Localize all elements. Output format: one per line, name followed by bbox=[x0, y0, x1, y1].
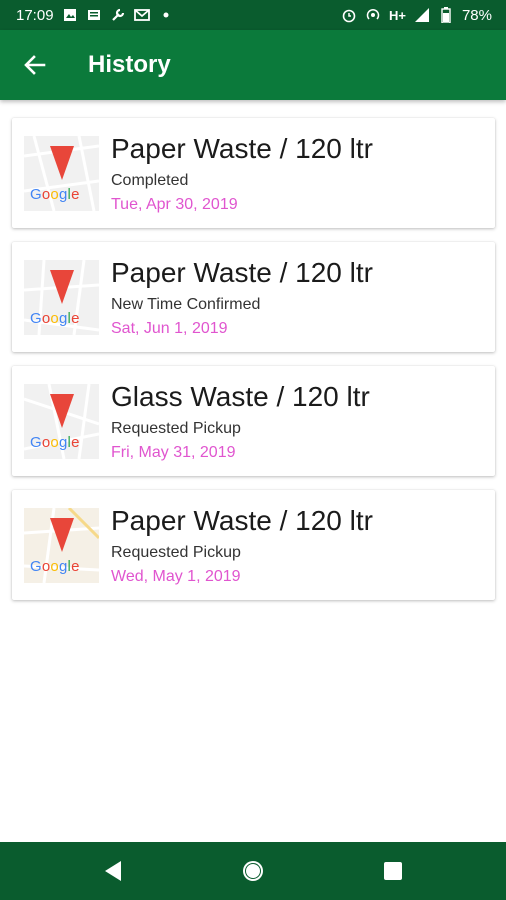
google-logo: Google bbox=[30, 557, 80, 575]
card-date: Wed, May 1, 2019 bbox=[111, 567, 241, 585]
map-thumbnail: Google bbox=[24, 507, 99, 583]
signal-icon bbox=[414, 7, 430, 23]
history-list: Google Paper Waste / 120 ltr Completed T… bbox=[12, 118, 495, 614]
alarm-icon bbox=[341, 7, 357, 23]
map-pin-icon bbox=[50, 517, 74, 552]
card-title: Paper Waste / 120 ltr bbox=[111, 256, 373, 288]
google-logo: Google bbox=[30, 309, 80, 327]
status-bar: 17:09 H+ 78% bbox=[0, 0, 506, 30]
card-date: Sat, Jun 1, 2019 bbox=[111, 319, 228, 337]
battery-level: 78% bbox=[461, 6, 492, 24]
news-icon bbox=[86, 7, 102, 23]
recents-square-icon bbox=[384, 862, 402, 880]
card-status: Completed bbox=[111, 171, 189, 189]
network-type: H+ bbox=[388, 7, 406, 23]
battery-icon bbox=[438, 7, 454, 23]
nav-recents-button[interactable] bbox=[378, 856, 408, 886]
status-time: 17:09 bbox=[16, 6, 54, 24]
app-bar: History bbox=[0, 30, 506, 100]
map-thumbnail: Google bbox=[24, 383, 99, 459]
arrow-back-icon bbox=[24, 55, 46, 75]
card-date: Tue, Apr 30, 2019 bbox=[111, 195, 238, 213]
history-card[interactable]: Google Paper Waste / 120 ltr New Time Co… bbox=[12, 242, 495, 352]
status-right: H+ 78% bbox=[341, 7, 492, 24]
nav-home-button[interactable] bbox=[238, 856, 268, 886]
gmail-icon bbox=[133, 7, 150, 23]
card-title: Paper Waste / 120 ltr bbox=[111, 504, 373, 536]
page-title: History bbox=[88, 51, 171, 78]
nav-back-button[interactable] bbox=[98, 856, 128, 886]
card-title: Glass Waste / 120 ltr bbox=[111, 380, 370, 412]
back-button[interactable] bbox=[0, 30, 70, 100]
home-circle-icon bbox=[243, 861, 263, 881]
map-pin-icon bbox=[50, 269, 74, 304]
dot-icon bbox=[158, 7, 174, 23]
card-status: Requested Pickup bbox=[111, 419, 241, 437]
status-left: 17:09 bbox=[16, 7, 174, 24]
card-status: Requested Pickup bbox=[111, 543, 241, 561]
history-card[interactable]: Google Paper Waste / 120 ltr Completed T… bbox=[12, 118, 495, 228]
history-card[interactable]: Google Glass Waste / 120 ltr Requested P… bbox=[12, 366, 495, 476]
map-thumbnail: Google bbox=[24, 135, 99, 211]
map-pin-icon bbox=[50, 393, 74, 428]
card-status: New Time Confirmed bbox=[111, 295, 261, 313]
map-pin-icon bbox=[50, 145, 74, 180]
card-date: Fri, May 31, 2019 bbox=[111, 443, 236, 461]
back-triangle-icon bbox=[105, 861, 121, 881]
google-logo: Google bbox=[30, 185, 80, 203]
history-card[interactable]: Google Paper Waste / 120 ltr Requested P… bbox=[12, 490, 495, 600]
google-logo: Google bbox=[30, 433, 80, 451]
card-title: Paper Waste / 120 ltr bbox=[111, 132, 373, 164]
map-thumbnail: Google bbox=[24, 259, 99, 335]
hotspot-icon bbox=[365, 7, 381, 23]
image-icon bbox=[62, 7, 78, 23]
system-nav-bar bbox=[0, 842, 506, 900]
wrench-icon bbox=[110, 7, 126, 23]
